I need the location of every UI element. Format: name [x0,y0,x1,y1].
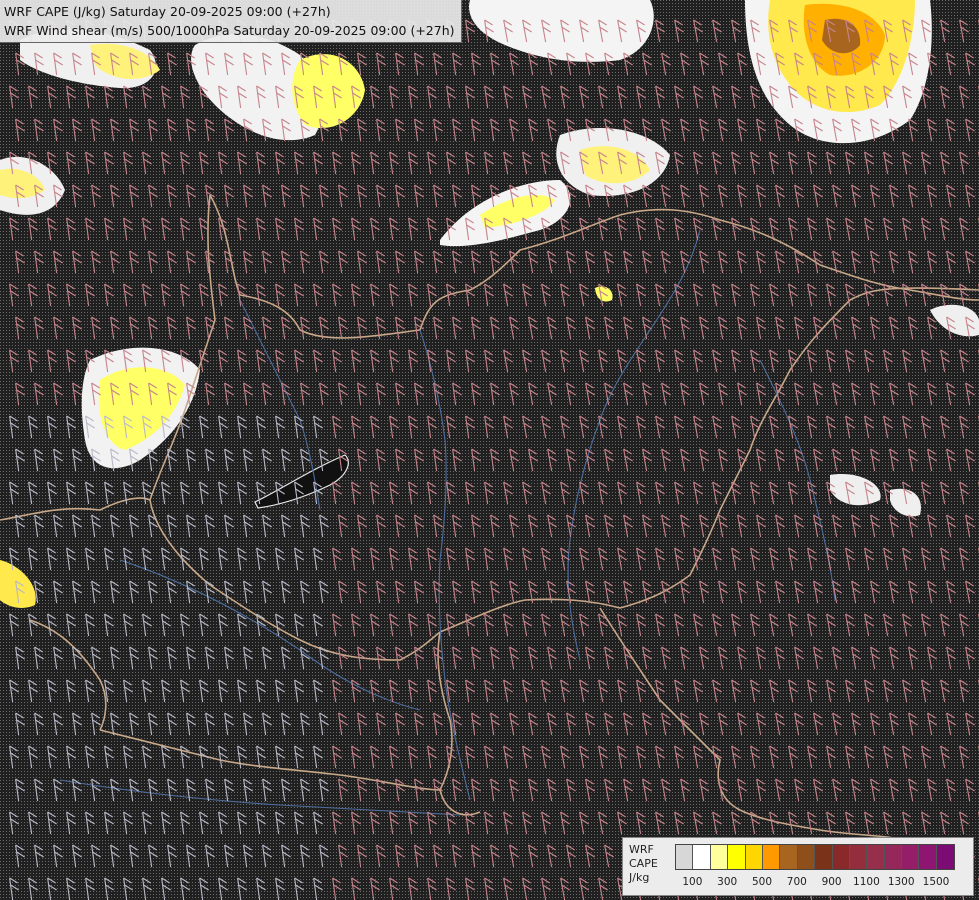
weather-map [0,0,979,900]
legend-swatch [676,845,694,869]
legend-tick-label: 500 [751,876,773,888]
legend-swatch [815,845,833,869]
legend-swatch [745,845,763,869]
legend-title: WRF CAPE J/kg [629,843,673,885]
cape-title: WRF CAPE (J/kg) Saturday 20-09-2025 09:0… [4,4,331,19]
legend-swatch [919,845,937,869]
legend-tick-label: 700 [786,876,807,888]
legend-tick-label: 1300 [887,876,915,888]
legend-color-scale [675,844,956,870]
legend-swatch [902,845,920,869]
legend-swatch [936,845,955,869]
legend-swatch [832,845,850,869]
legend-swatch [884,845,903,869]
legend-tick-label: 100 [682,876,703,888]
legend-tick-label: 300 [717,876,738,888]
legend-swatch [762,845,781,869]
legend-swatch [710,845,729,869]
legend-swatch [780,845,798,869]
legend-swatch [693,845,711,869]
legend-swatch [797,845,816,869]
legend-tick-labels: 100 300 500 700 900 1100 1300 1500 [675,876,965,890]
legend-swatch [728,845,746,869]
legend-tick-label: 1100 [853,876,880,888]
legend-title-line-2: CAPE [629,857,658,870]
legend-swatch [849,845,868,869]
legend-title-line-1: WRF [629,843,654,856]
legend-title-line-3: J/kg [629,871,650,884]
legend-swatch [867,845,885,869]
legend-tick-label: 900 [821,876,842,888]
cape-legend: WRF CAPE J/kg 100 300 500 700 900 1100 1300 150… [622,837,974,896]
legend-tick-label: 1500 [922,876,950,888]
wind-shear-title: WRF Wind shear (m/s) 500/1000hPa Saturda… [4,23,455,38]
map-title-box: WRF CAPE (J/kg) Saturday 20-09-2025 09:0… [0,0,462,43]
